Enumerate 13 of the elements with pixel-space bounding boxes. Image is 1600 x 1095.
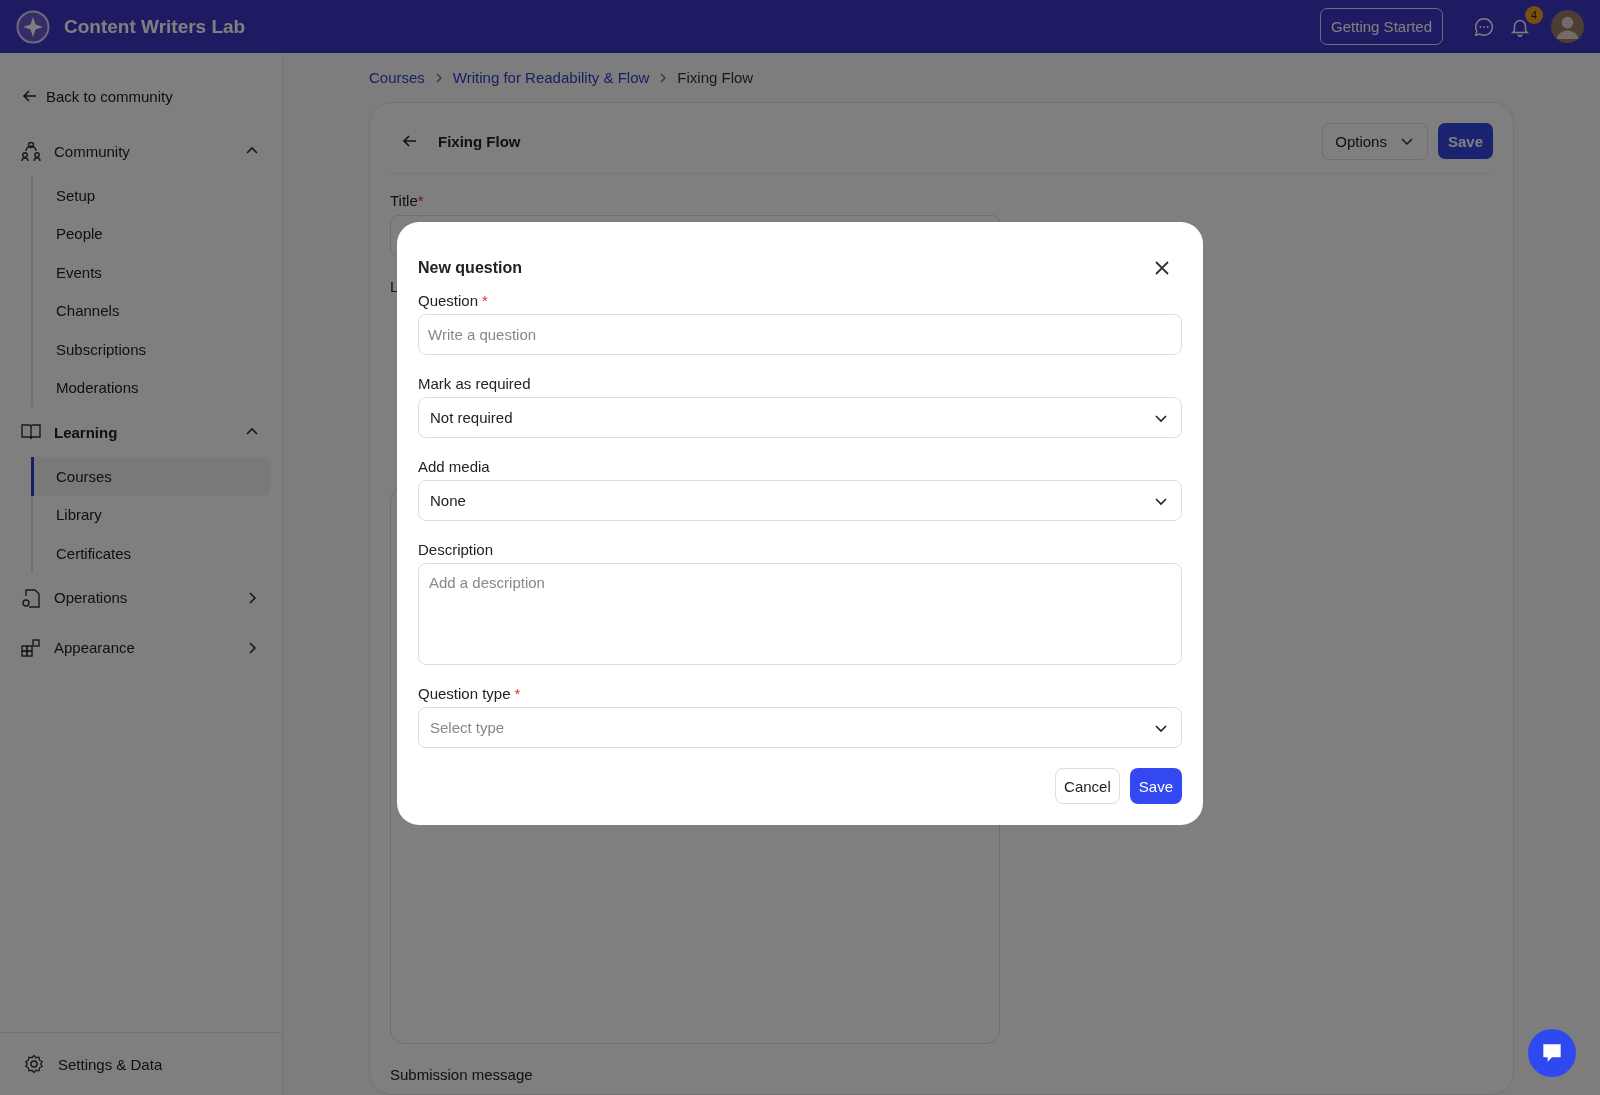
field-label: Question type * [418,685,522,702]
field-label: Title* [390,192,425,209]
field-label: Description [418,541,495,558]
field-label: Mark as required [418,375,532,392]
app-name: Content Writers Lab [64,15,246,38]
dialog-title: New question [418,259,522,277]
breadcrumb-current: Fixing Flow [677,69,754,86]
field-label: Question * [418,292,489,309]
field-label: Add media [418,458,491,475]
field-label: L [390,278,399,295]
field-label: Submission message [390,1066,534,1083]
notification-badge: 4 [1525,5,1543,24]
page-title: Fixing Flow [438,132,521,150]
